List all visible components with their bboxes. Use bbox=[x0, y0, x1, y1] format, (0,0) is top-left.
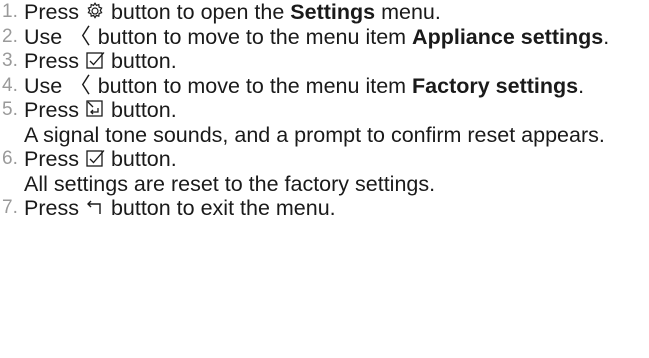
step-text: Use bbox=[24, 24, 63, 49]
step-number: 3. bbox=[2, 50, 18, 71]
enter-icon bbox=[85, 99, 105, 119]
menu-item-name: Appliance settings bbox=[412, 24, 604, 49]
step-number: 4. bbox=[2, 74, 18, 96]
step-number: 6. bbox=[2, 148, 18, 169]
step-7: 7. Press button to exit the menu. bbox=[0, 196, 649, 221]
step-result: A signal tone sounds, and a prompt to co… bbox=[24, 122, 605, 147]
step-text: button. bbox=[110, 147, 177, 171]
menu-item-name: Factory settings bbox=[412, 73, 579, 98]
step-number: 2. bbox=[2, 25, 18, 47]
step-text: button to move to the menu item bbox=[97, 24, 407, 49]
step-text: button to move to the menu item bbox=[97, 73, 407, 98]
step-2: 2. Use 〈 button to move to the menu item… bbox=[0, 25, 649, 50]
step-text: Press bbox=[24, 147, 79, 171]
step-text: button to open the bbox=[110, 0, 285, 24]
left-arrow-icon: 〈 bbox=[69, 24, 91, 49]
step-result: All settings are reset to the factory se… bbox=[24, 171, 436, 196]
step-text: button. bbox=[110, 98, 177, 122]
step-number: 7. bbox=[2, 197, 18, 218]
settings-gear-icon bbox=[85, 1, 105, 21]
confirm-check-icon bbox=[85, 50, 105, 70]
step-text: . bbox=[603, 24, 610, 49]
step-5: 5. Press button. A signal tone sounds, a… bbox=[0, 98, 649, 147]
step-1: 1. Press button to open the Settings men… bbox=[0, 0, 649, 25]
step-text: . bbox=[578, 73, 585, 98]
step-number: 1. bbox=[2, 1, 18, 22]
step-text: Press bbox=[24, 196, 79, 220]
back-arrow-icon bbox=[85, 197, 105, 217]
left-arrow-icon: 〈 bbox=[69, 73, 91, 98]
step-text: button to exit the menu. bbox=[110, 196, 336, 220]
step-number: 5. bbox=[2, 99, 18, 120]
step-text: button. bbox=[110, 49, 177, 73]
menu-name: Settings bbox=[290, 0, 376, 24]
step-4: 4. Use 〈 button to move to the menu item… bbox=[0, 74, 649, 99]
step-3: 3. Press button. bbox=[0, 49, 649, 74]
step-6: 6. Press button. All settings are reset … bbox=[0, 147, 649, 196]
instruction-steps: 1. Press button to open the Settings men… bbox=[0, 0, 649, 221]
step-text: Press bbox=[24, 49, 79, 73]
step-text: Use bbox=[24, 73, 63, 98]
step-text: Press bbox=[24, 98, 79, 122]
step-text: menu. bbox=[381, 0, 441, 24]
confirm-check-icon bbox=[85, 148, 105, 168]
step-text: Press bbox=[24, 0, 79, 24]
